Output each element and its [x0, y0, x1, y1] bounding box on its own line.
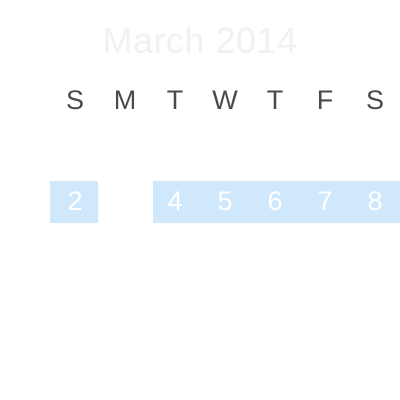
weekday-wednesday: W [212, 85, 238, 115]
day-cell-6[interactable]: 6 [250, 181, 300, 223]
weekday-sunday: S [65, 85, 84, 115]
day-cell-8[interactable]: 8 [350, 181, 400, 223]
month-title: March 2014 [102, 20, 298, 61]
day-cell-7[interactable]: 7 [300, 181, 350, 223]
calendar-view: March 2014 S M T W T F S 2 4 5 6 7 8 [0, 0, 400, 400]
weekday-tuesday: T [166, 85, 184, 115]
weekday-thursday: T [266, 85, 284, 115]
weekday-friday: F [316, 85, 334, 115]
day-cell-5[interactable]: 5 [200, 181, 250, 223]
day-cell-4[interactable]: 4 [150, 181, 200, 223]
weekday-saturday: S [365, 85, 384, 115]
day-cell-2[interactable]: 2 [50, 181, 100, 223]
weekday-monday: M [113, 85, 137, 115]
